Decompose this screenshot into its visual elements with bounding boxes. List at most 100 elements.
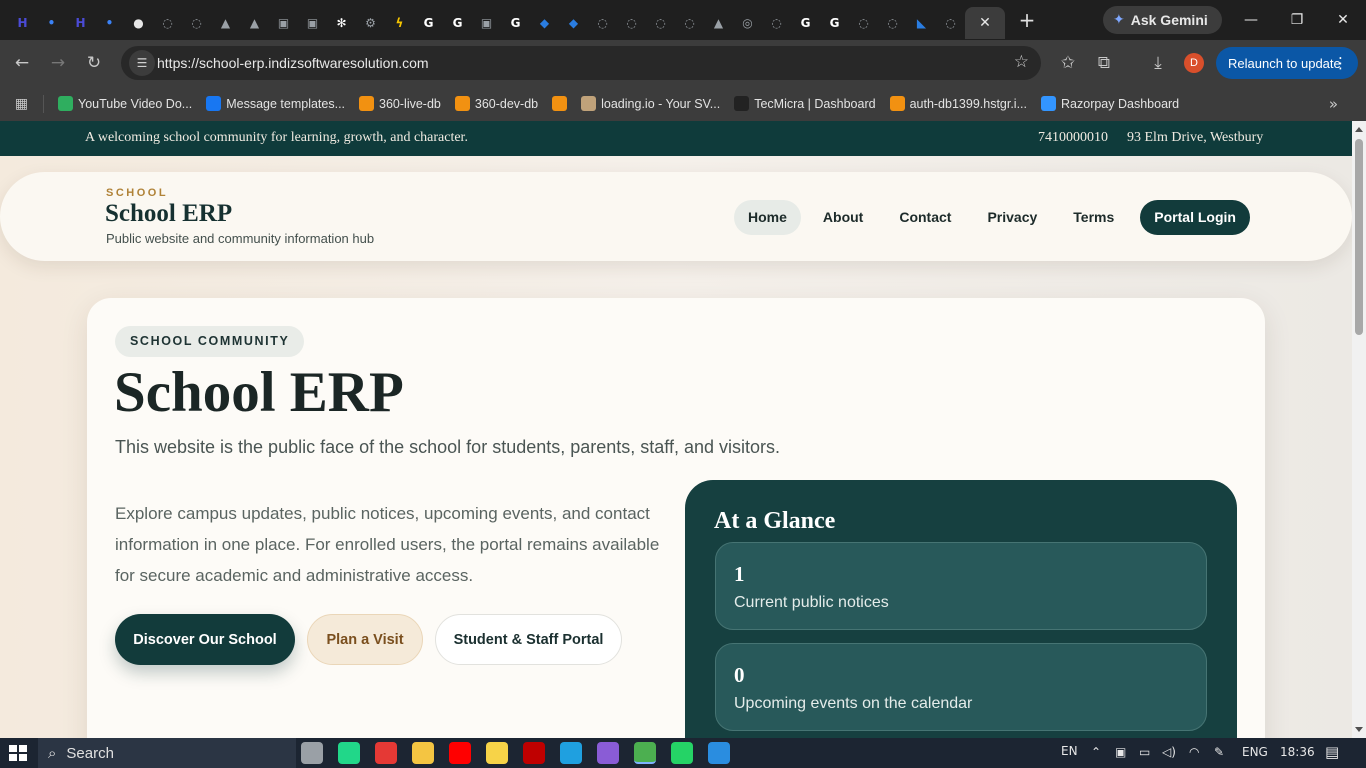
- scroll-down-arrow-icon[interactable]: [1355, 727, 1363, 732]
- bookmark-item[interactable]: [552, 96, 568, 111]
- browser-tab[interactable]: H: [8, 7, 37, 39]
- ask-gemini-button[interactable]: ✦ Ask Gemini: [1103, 6, 1222, 34]
- menu-dots-icon[interactable]: ⋮: [1333, 54, 1348, 72]
- browser-tab[interactable]: ◌: [878, 7, 907, 39]
- browser-tab[interactable]: G: [414, 7, 443, 39]
- browser-tab[interactable]: G: [443, 7, 472, 39]
- record-icon[interactable]: [375, 742, 397, 764]
- student-staff-portal-button[interactable]: Student & Staff Portal: [435, 614, 622, 665]
- browser-tab[interactable]: ϟ: [385, 7, 414, 39]
- browser-tab[interactable]: ▣: [269, 7, 298, 39]
- nav-about[interactable]: About: [809, 200, 877, 235]
- browser-tab[interactable]: ▲: [240, 7, 269, 39]
- bookmark-star-icon[interactable]: ☆: [1014, 52, 1029, 72]
- nav-contact[interactable]: Contact: [885, 200, 965, 235]
- favorites-icon[interactable]: ✩: [1054, 49, 1082, 77]
- scroll-up-arrow-icon[interactable]: [1355, 127, 1363, 132]
- bookmark-item[interactable]: 360-live-db: [359, 96, 441, 111]
- taskbar-search[interactable]: ⌕ Search: [38, 738, 296, 768]
- wifi-icon[interactable]: ◠: [1189, 745, 1199, 759]
- portal-login-button[interactable]: Portal Login: [1140, 200, 1250, 235]
- browser-tab[interactable]: ◌: [588, 7, 617, 39]
- edge-icon[interactable]: [560, 742, 582, 764]
- vscode-icon[interactable]: [708, 742, 730, 764]
- plan-visit-button[interactable]: Plan a Visit: [307, 614, 423, 665]
- bookmark-item[interactable]: auth-db1399.hstgr.i...: [889, 96, 1027, 111]
- reload-icon[interactable]: ↻: [80, 49, 108, 77]
- browser-tab[interactable]: ◆: [530, 7, 559, 39]
- browser-tab[interactable]: G: [791, 7, 820, 39]
- nav-privacy[interactable]: Privacy: [973, 200, 1051, 235]
- browser-tab[interactable]: ◌: [153, 7, 182, 39]
- browser-tab[interactable]: ◌: [675, 7, 704, 39]
- filezilla-icon[interactable]: [523, 742, 545, 764]
- browser-tab[interactable]: ◌: [182, 7, 211, 39]
- browser-tab[interactable]: •: [95, 7, 124, 39]
- site-info-icon[interactable]: ☰: [129, 50, 155, 76]
- browser-tab[interactable]: ⚙: [356, 7, 385, 39]
- forward-icon[interactable]: →: [44, 49, 72, 77]
- browser-tab[interactable]: ◌: [936, 7, 965, 39]
- notifications-icon[interactable]: ▤: [1325, 743, 1339, 761]
- clock-time[interactable]: 18:36: [1280, 745, 1315, 759]
- bookmark-item[interactable]: Message templates...: [206, 96, 345, 111]
- bookmark-item[interactable]: TecMicra | Dashboard: [734, 96, 876, 111]
- url-text[interactable]: https://school-erp.indizsoftwaresolution…: [157, 55, 429, 71]
- browser-tab[interactable]: ▣: [298, 7, 327, 39]
- pen-icon[interactable]: ✎: [1214, 745, 1224, 759]
- bookmark-item[interactable]: Razorpay Dashboard: [1041, 96, 1179, 111]
- browser-tab[interactable]: •: [37, 7, 66, 39]
- close-window-icon[interactable]: ✕: [1320, 0, 1366, 40]
- browser-tab[interactable]: G: [501, 7, 530, 39]
- github-desktop-icon[interactable]: [597, 742, 619, 764]
- bookmark-item[interactable]: 360-dev-db: [454, 96, 538, 111]
- relaunch-button[interactable]: Relaunch to update ⋮: [1216, 47, 1358, 79]
- input-lang-short[interactable]: EN: [1061, 744, 1078, 758]
- browser-tab[interactable]: ▲: [704, 7, 733, 39]
- address-bar[interactable]: ☰ https://school-erp.indizsoftwaresoluti…: [121, 46, 1041, 80]
- bookmark-item[interactable]: YouTube Video Do...: [58, 96, 192, 111]
- browser-tab[interactable]: ◌: [646, 7, 675, 39]
- apps-grid-icon[interactable]: ▦: [0, 94, 44, 113]
- tray-device-icon[interactable]: ▣: [1115, 745, 1126, 759]
- browser-tab[interactable]: ◌: [849, 7, 878, 39]
- new-tab-icon[interactable]: +: [1013, 6, 1041, 34]
- browser-tab[interactable]: ◆: [559, 7, 588, 39]
- profile-avatar[interactable]: D: [1184, 53, 1204, 73]
- more-bookmarks-icon[interactable]: »: [1329, 95, 1338, 113]
- contact-phone[interactable]: 7410000010: [1038, 130, 1108, 146]
- sticky-notes-icon[interactable]: [486, 742, 508, 764]
- browser-tab[interactable]: ◌: [617, 7, 646, 39]
- close-tab-icon[interactable]: ✕: [979, 15, 991, 31]
- nav-home[interactable]: Home: [734, 200, 801, 235]
- active-tab[interactable]: ✕: [965, 7, 1005, 39]
- browser-tab[interactable]: H: [66, 7, 95, 39]
- browser-tab[interactable]: ▣: [472, 7, 501, 39]
- discover-school-button[interactable]: Discover Our School: [115, 614, 295, 665]
- browser-tab[interactable]: ●: [124, 7, 153, 39]
- back-icon[interactable]: ←: [8, 49, 36, 77]
- cast-icon[interactable]: ⧉: [1090, 49, 1118, 77]
- nav-terms[interactable]: Terms: [1059, 200, 1128, 235]
- brand-name[interactable]: School ERP: [105, 200, 232, 228]
- windows-start-icon[interactable]: [9, 745, 27, 761]
- chrome-icon[interactable]: [634, 742, 656, 764]
- pycharm-icon[interactable]: [338, 742, 360, 764]
- volume-icon[interactable]: ◁): [1162, 745, 1176, 759]
- browser-tab[interactable]: ✻: [327, 7, 356, 39]
- input-lang[interactable]: ENG: [1242, 745, 1268, 759]
- restore-icon[interactable]: ❐: [1274, 0, 1320, 40]
- browser-tab[interactable]: ▲: [211, 7, 240, 39]
- browser-tab[interactable]: ◣: [907, 7, 936, 39]
- tray-chevron-icon[interactable]: ⌃: [1091, 745, 1101, 759]
- browser-tab[interactable]: ◎: [733, 7, 762, 39]
- battery-icon[interactable]: ▭: [1139, 745, 1150, 759]
- minimize-icon[interactable]: —: [1228, 0, 1274, 40]
- whatsapp-icon[interactable]: [671, 742, 693, 764]
- youtube-icon[interactable]: [449, 742, 471, 764]
- scrollbar-thumb[interactable]: [1355, 139, 1363, 335]
- file-explorer-icon[interactable]: [412, 742, 434, 764]
- download-icon[interactable]: ⤓: [1144, 49, 1172, 77]
- browser-tab[interactable]: ◌: [762, 7, 791, 39]
- page-scrollbar[interactable]: [1352, 121, 1366, 738]
